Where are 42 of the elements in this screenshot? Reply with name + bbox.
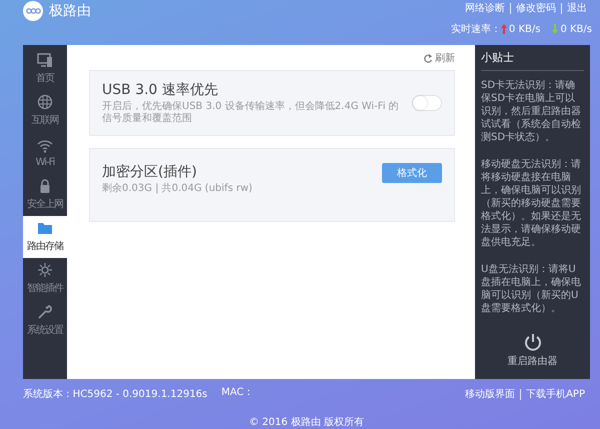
header-link[interactable]: 退出 xyxy=(561,3,592,14)
header-link[interactable]: 修改密码 xyxy=(510,3,561,14)
logo-icon xyxy=(23,1,43,21)
format-button[interactable]: 格式化 xyxy=(382,162,442,183)
version-text: 系统版本 : HC5962 - 0.9019.1.12916s xyxy=(23,388,208,401)
reboot-button[interactable]: 重启路由器 xyxy=(508,333,558,368)
footer-link[interactable]: 下载手机APP xyxy=(520,388,590,400)
monitor-icon xyxy=(37,52,53,68)
setting-description: 开启后，优先确保USB 3.0 设备传输速率，但会降低2.4G Wi-Fi 的信号质量和覆盖范围 xyxy=(102,100,400,125)
download-arrow-icon xyxy=(552,24,558,34)
refresh-icon xyxy=(423,52,433,63)
sidebar-item[interactable]: 互联网 xyxy=(23,90,67,132)
wrench-icon xyxy=(37,304,53,320)
sidebar-item[interactable]: 路由存储 xyxy=(23,216,67,258)
upload-arrow-icon xyxy=(500,24,507,34)
setting-title: USB 3.0 速率优先 xyxy=(102,80,219,99)
toggle-switch[interactable] xyxy=(412,94,442,111)
brand-name: 极路由 xyxy=(49,2,91,20)
upload-speed: 0 KB/s xyxy=(508,24,540,34)
sidebar-item[interactable]: Wi-Fi xyxy=(23,132,67,174)
wifi-icon xyxy=(37,138,53,154)
tips-title: 小贴士 xyxy=(481,50,584,71)
download-speed: 0 KB/s xyxy=(560,24,592,34)
tip-text: SD卡无法识别：请确保SD卡在电脑上可以识别，然后重启路由器试试看（系统会自动检测SD卡状态）。 xyxy=(481,78,582,144)
sidebar-item[interactable]: 系统设置 xyxy=(23,300,67,342)
footer-link[interactable]: 移动版界面 xyxy=(460,388,520,400)
sidebar-item[interactable]: 智能插件 xyxy=(23,258,67,300)
sidebar-item[interactable]: 首页 xyxy=(23,48,67,90)
mac-label: MAC : xyxy=(221,387,250,400)
speed-label: 实时速率： xyxy=(450,22,501,36)
globe-icon xyxy=(37,94,53,110)
power-icon xyxy=(524,333,542,351)
sun-icon xyxy=(37,262,53,278)
setting-description: 剩余0.03G | 共0.04G (ubifs rw) xyxy=(102,182,254,195)
tip-text: U盘无法识别：请将U盘插在电脑上，确保电脑可以识别（新买的U盘需要格式化）。 xyxy=(481,262,582,315)
copyright-text: © 2016 极路由 版权所有 xyxy=(249,417,364,428)
setting-title: 加密分区(插件) xyxy=(102,162,198,181)
folder-icon xyxy=(37,220,53,236)
sidebar-item[interactable]: 安全上网 xyxy=(23,174,67,216)
refresh-link[interactable]: 刷新 xyxy=(423,50,455,65)
header-link[interactable]: 网络诊断 xyxy=(460,3,510,14)
tip-text: 移动硬盘无法识别：请将移动硬盘接在电脑上，确保电脑可以识别（新买的移动硬盘需要格式化）。如果还是无法显示，请确保移动硬盘供电充足。 xyxy=(481,158,582,249)
